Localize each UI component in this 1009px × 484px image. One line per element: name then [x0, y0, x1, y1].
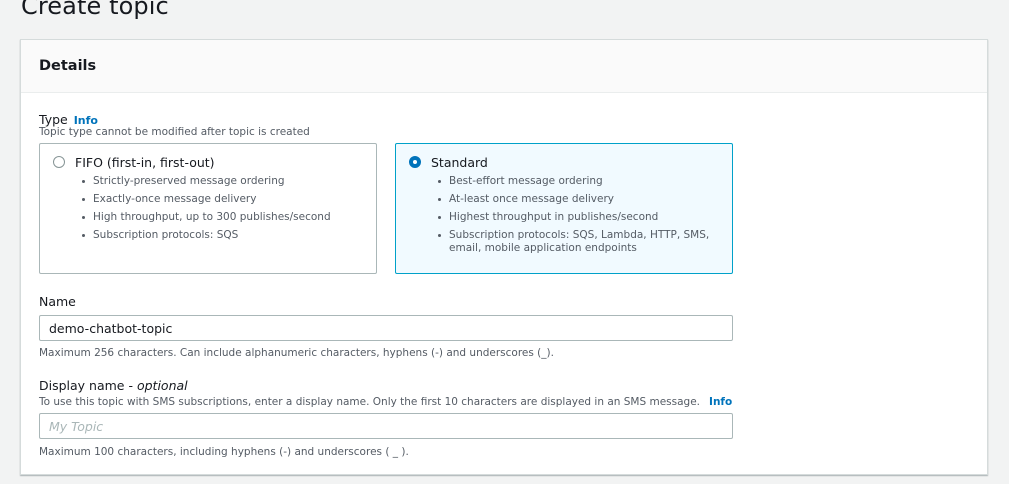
standard-feature: At-least once message delivery	[437, 193, 717, 206]
display-name-description: To use this topic with SMS subscriptions…	[39, 396, 701, 408]
display-name-label-row: Display name - optional	[39, 378, 188, 393]
fifo-feature: Strictly-preserved message ordering	[81, 175, 361, 188]
fifo-radio[interactable]	[53, 156, 65, 168]
standard-feature: Highest throughput in publishes/second	[437, 211, 717, 224]
display-name-constraint: Maximum 100 characters, including hyphen…	[39, 446, 409, 458]
page-title: Create topic	[21, 0, 169, 20]
display-name-info-link[interactable]: Info	[709, 396, 732, 408]
name-constraint: Maximum 256 characters. Can include alph…	[39, 347, 554, 359]
standard-features: Best-effort message ordering At-least on…	[437, 175, 717, 260]
display-name-input[interactable]	[39, 413, 733, 439]
standard-feature: Subscription protocols: SQS, Lambda, HTT…	[437, 229, 717, 255]
fifo-title: FIFO (first-in, first-out)	[75, 155, 215, 170]
name-label: Name	[39, 294, 76, 309]
type-option-fifo[interactable]: FIFO (first-in, first-out) Strictly-pres…	[39, 143, 377, 274]
standard-feature: Best-effort message ordering	[437, 175, 717, 188]
type-description: Topic type cannot be modified after topi…	[39, 126, 310, 138]
name-input[interactable]	[39, 315, 733, 341]
type-label: Type	[39, 112, 68, 127]
details-panel-header: Details	[21, 40, 987, 93]
optional-tag: optional	[136, 378, 188, 393]
display-name-label: Display name	[39, 378, 125, 393]
details-title: Details	[39, 58, 97, 74]
type-option-standard[interactable]: Standard Best-effort message ordering At…	[395, 143, 733, 274]
standard-title: Standard	[431, 155, 488, 170]
details-panel: Details Type Info Topic type cannot be mo…	[20, 39, 988, 475]
fifo-feature: Subscription protocols: SQS	[81, 229, 361, 242]
display-name-description-row: To use this topic with SMS subscriptions…	[39, 396, 732, 408]
fifo-feature: High throughput, up to 300 publishes/sec…	[81, 211, 361, 224]
fifo-feature: Exactly-once message delivery	[81, 193, 361, 206]
standard-radio[interactable]	[409, 156, 421, 168]
fifo-features: Strictly-preserved message ordering Exac…	[81, 175, 361, 247]
